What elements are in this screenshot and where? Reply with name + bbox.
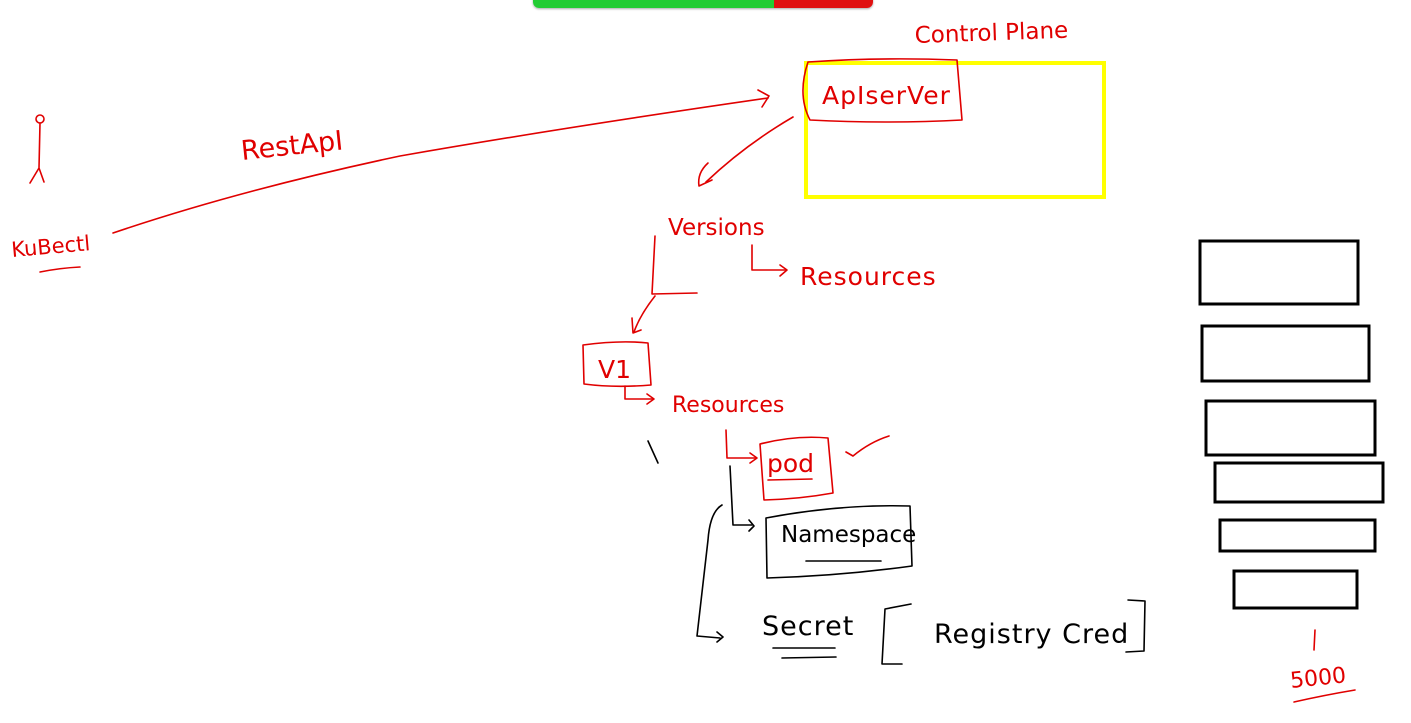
rest-api-arrow	[112, 97, 769, 234]
secret-bracket	[696, 504, 723, 639]
kubectl-label: KuBectl	[10, 231, 91, 262]
versions-label: Versions	[668, 215, 765, 241]
whiteboard-canvas[interactable]: Control Plane ApIserVer KuBectl RestApI …	[0, 0, 1411, 723]
v1-to-resources-arrow	[624, 385, 653, 400]
secret-underline-2	[781, 656, 837, 659]
registry-cred-open-bracket	[881, 603, 912, 665]
stack-box-5	[1218, 518, 1377, 553]
resources-to-namespace-arrow	[729, 465, 753, 526]
stack-box-1	[1198, 239, 1360, 306]
api-to-versions-arrowhead	[697, 162, 713, 187]
checkmark-icon	[845, 435, 890, 457]
pod-label: pod	[767, 449, 814, 478]
stack-box-6	[1232, 569, 1359, 610]
resources-label-2: Resources	[672, 393, 784, 418]
count-label: 5000	[1289, 663, 1347, 694]
v1-label: V1	[598, 355, 631, 384]
stray-mark	[647, 440, 659, 464]
namespace-label: Namespace	[781, 522, 916, 548]
api-to-versions-arrow	[705, 116, 794, 183]
stack-box-2	[1200, 324, 1371, 383]
secret-bracket-arrowhead	[716, 631, 724, 643]
stick-figure-icon	[29, 114, 45, 184]
versions-to-resources-arrow	[751, 244, 786, 271]
stack-box-3	[1204, 399, 1377, 457]
registry-cred-label: Registry Cred	[934, 619, 1129, 650]
versions-bracket	[651, 235, 698, 295]
pod-underline	[767, 478, 813, 481]
secret-label: Secret	[762, 611, 854, 642]
api-server-label: ApIserVer	[822, 81, 951, 110]
rest-api-label: RestApI	[239, 125, 344, 167]
stack-box-4	[1213, 461, 1385, 504]
kubectl-underline	[39, 266, 81, 273]
count-tick	[1313, 629, 1316, 651]
control-plane-label: Control Plane	[914, 18, 1068, 49]
resources-label-1: Resources	[800, 262, 937, 291]
versions-to-v1-arrow	[633, 295, 656, 333]
